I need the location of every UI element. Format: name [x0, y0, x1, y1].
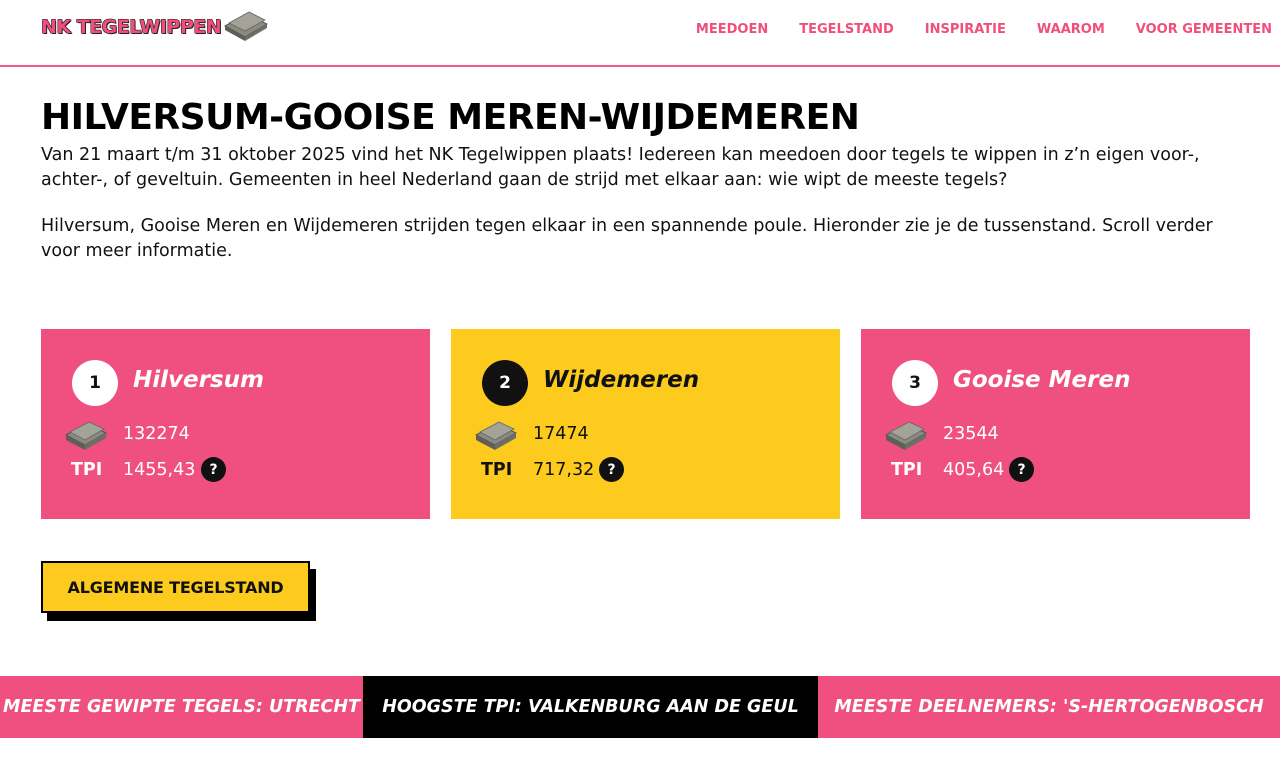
- tpi-value: 717,32: [533, 460, 595, 480]
- tpi-label: TPI: [71, 460, 103, 480]
- tile-stack-icon: [475, 421, 517, 450]
- municipality-name: Hilversum: [133, 367, 264, 393]
- algemene-tegelstand-button-wrap: ALGEMENE TEGELSTAND: [41, 561, 316, 621]
- algemene-tegelstand-button[interactable]: ALGEMENE TEGELSTAND: [41, 561, 310, 613]
- tile-stack-icon: [224, 11, 269, 41]
- tile-stack-icon: [885, 421, 927, 450]
- nav-meedoen[interactable]: MEEDOEN: [696, 22, 768, 37]
- standings-cards: 1 Hilversum 132274 TPI 1455,43 ? 2 Wijde…: [41, 329, 1250, 519]
- tpi-value: 405,64: [943, 460, 1005, 480]
- tpi-label: TPI: [891, 460, 923, 480]
- tpi-value: 1455,43: [123, 460, 196, 480]
- site-logo[interactable]: NK TEGELWIPPEN: [41, 11, 269, 42]
- question-icon[interactable]: ?: [599, 457, 624, 482]
- site-header: NK TEGELWIPPEN MEEDOEN TEGELSTAND INSPIR…: [0, 0, 1280, 67]
- standing-card: 3 Gooise Meren 23544 TPI 405,64 ?: [861, 329, 1250, 519]
- tile-count: 132274: [123, 424, 190, 444]
- municipality-name: Wijdemeren: [543, 367, 700, 393]
- question-icon[interactable]: ?: [201, 457, 226, 482]
- tile-count: 17474: [533, 424, 589, 444]
- nav-waarom[interactable]: WAAROM: [1037, 22, 1105, 37]
- ticker-item[interactable]: MEESTE GEWIPTE TEGELS: UTRECHT: [0, 676, 363, 738]
- standing-card: 1 Hilversum 132274 TPI 1455,43 ?: [41, 329, 430, 519]
- nav-voor-gemeenten[interactable]: VOOR GEMEENTEN: [1136, 22, 1272, 37]
- main-nav: MEEDOEN TEGELSTAND INSPIRATIE WAAROM VOO…: [665, 22, 1272, 37]
- highlight-ticker: MEESTE GEWIPTE TEGELS: UTRECHT HOOGSTE T…: [0, 676, 1280, 738]
- municipality-name: Gooise Meren: [953, 367, 1131, 393]
- intro-paragraph-1: Van 21 maart t/m 31 oktober 2025 vind he…: [41, 145, 1200, 190]
- ticker-item[interactable]: MEESTE DEELNEMERS: 'S-HERTOGENBOSCH: [818, 676, 1280, 738]
- rank-badge: 2: [482, 360, 528, 406]
- standing-card: 2 Wijdemeren 17474 TPI 717,32 ?: [451, 329, 840, 519]
- nav-tegelstand[interactable]: TEGELSTAND: [799, 22, 894, 37]
- tpi-label: TPI: [481, 460, 513, 480]
- rank-badge: 3: [892, 360, 938, 406]
- rank-badge: 1: [72, 360, 118, 406]
- tile-stack-icon: [65, 421, 107, 450]
- nav-inspiratie[interactable]: INSPIRATIE: [925, 22, 1006, 37]
- question-icon[interactable]: ?: [1009, 457, 1034, 482]
- logo-text: NK TEGELWIPPEN: [41, 16, 222, 38]
- ticker-item[interactable]: HOOGSTE TPI: VALKENBURG AAN DE GEUL: [363, 676, 818, 738]
- tile-count: 23544: [943, 424, 999, 444]
- page-title: HILVERSUM-GOOISE MEREN-WIJDEMEREN: [41, 97, 860, 138]
- intro-paragraph-2: Hilversum, Gooise Meren en Wijdemeren st…: [41, 216, 1213, 261]
